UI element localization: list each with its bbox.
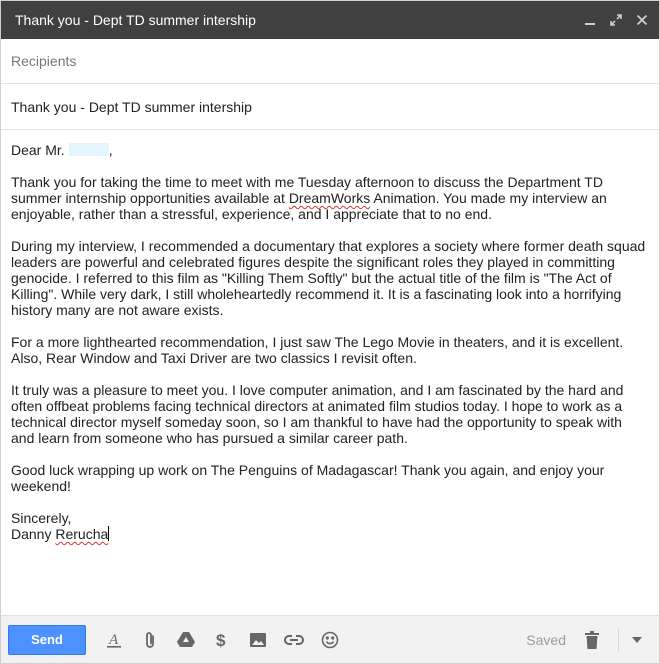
saved-status: Saved: [526, 631, 566, 648]
signature-first: Danny: [11, 526, 52, 542]
redacted-name: [68, 143, 109, 156]
misspelled-word: DreamWorks: [288, 190, 371, 206]
trash-icon[interactable]: [582, 628, 602, 652]
compose-toolbar: Send A $ Saved: [1, 615, 659, 663]
compose-title: Thank you - Dept TD summer intership: [15, 12, 256, 28]
attach-icon[interactable]: [138, 628, 162, 652]
paragraph-3: For a more lighthearted recommendation, …: [11, 334, 624, 366]
paragraph-2: During my interview, I recommended a doc…: [11, 238, 646, 318]
format-text-icon[interactable]: A: [102, 628, 126, 652]
drive-icon[interactable]: [174, 628, 198, 652]
signature-line: Danny Rerucha: [11, 526, 649, 542]
window-controls: [583, 13, 649, 27]
svg-text:A: A: [108, 632, 119, 648]
compose-window: Thank you - Dept TD summer intership Rec…: [0, 0, 660, 664]
closing-line: Sincerely,: [11, 510, 72, 526]
compose-titlebar[interactable]: Thank you - Dept TD summer intership: [1, 1, 659, 39]
signature-last: Rerucha: [55, 526, 109, 542]
minimize-icon[interactable]: [583, 13, 597, 27]
greeting-line: Dear Mr.,: [11, 142, 649, 158]
recipients-placeholder: Recipients: [11, 53, 77, 69]
paragraph-4: It truly was a pleasure to meet you. I l…: [11, 382, 624, 446]
greeting-suffix: ,: [108, 142, 113, 158]
expand-icon[interactable]: [609, 13, 623, 27]
subject-field[interactable]: Thank you - Dept TD summer intership: [1, 84, 659, 130]
subject-text: Thank you - Dept TD summer intership: [11, 98, 252, 115]
paragraph-1: Thank you for taking the time to meet wi…: [11, 174, 649, 222]
photo-icon[interactable]: [246, 628, 270, 652]
money-icon[interactable]: $: [210, 628, 234, 652]
greeting-prefix: Dear Mr.: [11, 142, 65, 158]
close-icon[interactable]: [635, 13, 649, 27]
recipients-field[interactable]: Recipients: [1, 39, 659, 84]
more-options-icon[interactable]: [629, 628, 645, 652]
svg-text:$: $: [216, 631, 226, 650]
message-body[interactable]: Dear Mr., Thank you for taking the time …: [1, 130, 659, 542]
paragraph-5: Good luck wrapping up work on The Pengui…: [11, 462, 605, 494]
send-button[interactable]: Send: [8, 624, 86, 655]
text-cursor: [108, 526, 110, 541]
emoji-icon[interactable]: [318, 628, 342, 652]
toolbar-divider: [618, 627, 619, 652]
link-icon[interactable]: [282, 628, 306, 652]
